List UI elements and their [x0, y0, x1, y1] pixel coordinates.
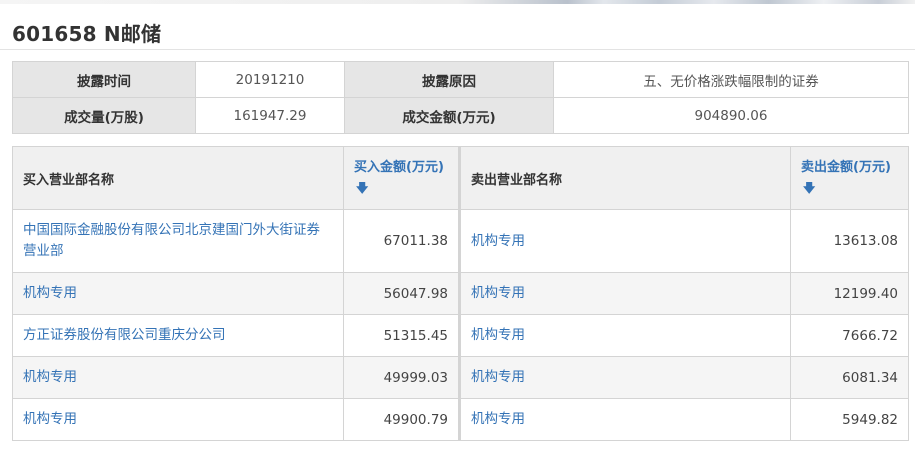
sell-amount-sort-header[interactable]: 卖出金额(万元) 🡇	[790, 146, 909, 210]
sort-down-icon: 🡇	[356, 180, 369, 195]
amount-label: 成交金额(万元)	[344, 97, 554, 134]
top-banner-strip	[0, 0, 915, 4]
summary-row: 披露时间 20191210 披露原因 五、无价格涨跌幅限制的证券	[12, 61, 909, 98]
table-row: 中国国际金融股份有限公司北京建国门外大街证券营业部 67011.38 机构专用 …	[12, 209, 909, 273]
table-header-row: 买入营业部名称 买入金额(万元) 🡇 卖出营业部名称 卖出金额(万元) 🡇	[12, 146, 909, 210]
sell-amount-cell: 7666.72	[790, 314, 909, 357]
page-title: 601658 N邮储	[12, 22, 162, 46]
disclosure-reason-label: 披露原因	[344, 61, 554, 98]
buy-amount-cell: 56047.98	[343, 272, 460, 315]
buy-department-link[interactable]: 机构专用	[12, 398, 344, 441]
table-row: 机构专用 49900.79 机构专用 5949.82	[12, 398, 909, 441]
disclosure-time-label: 披露时间	[12, 61, 196, 98]
sell-department-header: 卖出营业部名称	[458, 146, 791, 210]
buy-department-header: 买入营业部名称	[12, 146, 344, 210]
sell-amount-header-label: 卖出金额(万元)	[801, 159, 891, 175]
volume-label: 成交量(万股)	[12, 97, 196, 134]
buy-amount-cell: 67011.38	[343, 209, 460, 273]
buy-department-link[interactable]: 机构专用	[12, 272, 344, 315]
buy-amount-sort-header[interactable]: 买入金额(万元) 🡇	[343, 146, 460, 210]
sell-amount-cell: 6081.34	[790, 356, 909, 399]
trading-departments-table: 买入营业部名称 买入金额(万元) 🡇 卖出营业部名称 卖出金额(万元) 🡇 中国国际…	[12, 146, 909, 441]
summary-row: 成交量(万股) 161947.29 成交金额(万元) 904890.06	[12, 97, 909, 134]
table-row: 机构专用 56047.98 机构专用 12199.40	[12, 272, 909, 315]
volume-value: 161947.29	[195, 97, 345, 134]
sell-department-link[interactable]: 机构专用	[458, 314, 791, 357]
sell-amount-cell: 13613.08	[790, 209, 909, 273]
buy-department-link[interactable]: 机构专用	[12, 356, 344, 399]
sell-amount-cell: 5949.82	[790, 398, 909, 441]
table-row: 方正证券股份有限公司重庆分公司 51315.45 机构专用 7666.72	[12, 314, 909, 357]
disclosure-summary-table: 披露时间 20191210 披露原因 五、无价格涨跌幅限制的证券 成交量(万股)…	[12, 61, 909, 134]
sell-department-link[interactable]: 机构专用	[458, 272, 791, 315]
disclosure-time-value: 20191210	[195, 61, 345, 98]
buy-amount-header-label: 买入金额(万元)	[354, 159, 444, 175]
buy-amount-cell: 51315.45	[343, 314, 460, 357]
disclosure-reason-value: 五、无价格涨跌幅限制的证券	[553, 61, 909, 98]
title-divider	[0, 49, 915, 50]
sell-department-link[interactable]: 机构专用	[458, 356, 791, 399]
amount-value: 904890.06	[553, 97, 909, 134]
sell-department-link[interactable]: 机构专用	[458, 398, 791, 441]
sort-down-icon: 🡇	[803, 180, 816, 195]
sell-department-link[interactable]: 机构专用	[458, 209, 791, 273]
sell-amount-cell: 12199.40	[790, 272, 909, 315]
buy-amount-cell: 49999.03	[343, 356, 460, 399]
buy-department-link[interactable]: 方正证券股份有限公司重庆分公司	[12, 314, 344, 357]
buy-amount-cell: 49900.79	[343, 398, 460, 441]
table-row: 机构专用 49999.03 机构专用 6081.34	[12, 356, 909, 399]
buy-department-link[interactable]: 中国国际金融股份有限公司北京建国门外大街证券营业部	[12, 209, 344, 273]
